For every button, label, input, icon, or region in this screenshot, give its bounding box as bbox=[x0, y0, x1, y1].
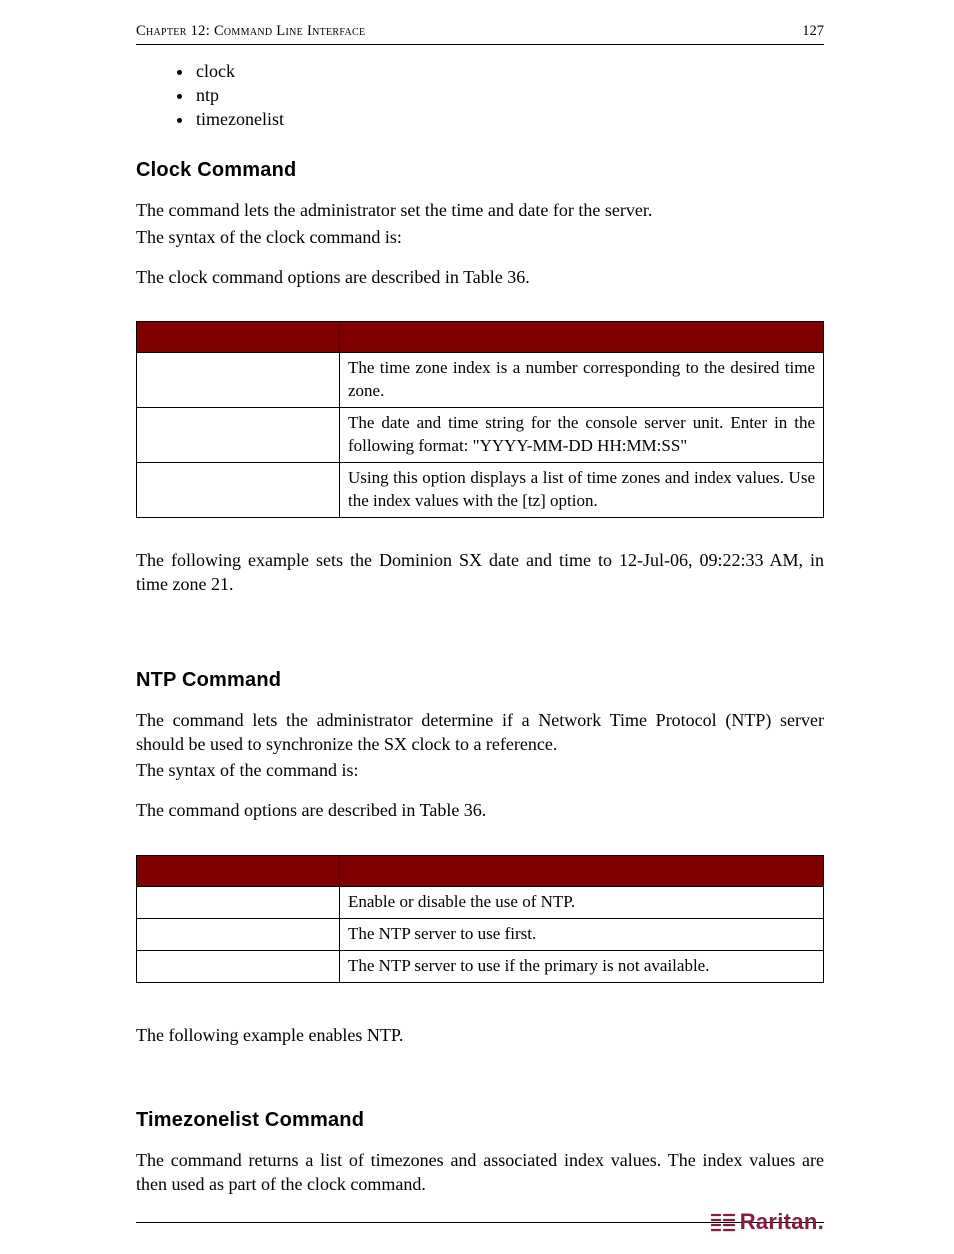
body-text: The syntax of the command is: bbox=[136, 758, 824, 782]
text-run: The bbox=[136, 710, 173, 730]
body-text: The command options are described in Tab… bbox=[136, 798, 824, 822]
table-cell: Enable or disable the use of NTP. bbox=[340, 886, 824, 918]
page-header: Chapter 12: Command Line Interface 127 bbox=[136, 22, 824, 45]
body-text: The command lets the administrator set t… bbox=[136, 198, 824, 222]
page-number: 127 bbox=[802, 22, 824, 42]
chapter-title: Chapter 12: Command Line Interface bbox=[136, 22, 365, 42]
text-run: The bbox=[136, 1150, 171, 1170]
table-cell bbox=[137, 918, 340, 950]
brand-name: Raritan. bbox=[740, 1207, 824, 1237]
table-row: The date and time string for the console… bbox=[137, 408, 824, 463]
table-header-option bbox=[137, 322, 340, 353]
list-item: clock bbox=[194, 59, 824, 83]
table-header-option bbox=[137, 855, 340, 886]
section-heading-tz: Timezonelist Command bbox=[136, 1107, 824, 1134]
text-run: The bbox=[136, 200, 168, 220]
table-cell: Using this option displays a list of tim… bbox=[340, 463, 824, 518]
list-item: timezonelist bbox=[194, 107, 824, 131]
table-cell bbox=[137, 353, 340, 408]
body-text: The clock command options are described … bbox=[136, 265, 824, 289]
table-row: The time zone index is a number correspo… bbox=[137, 353, 824, 408]
raritan-logo-icon bbox=[710, 1211, 736, 1233]
command-bullet-list: clock ntp timezonelist bbox=[194, 59, 824, 132]
table-row: The NTP server to use first. bbox=[137, 918, 824, 950]
table-cell: The date and time string for the console… bbox=[340, 408, 824, 463]
text-run: command lets the administrator set the t… bbox=[168, 200, 652, 220]
list-item: ntp bbox=[194, 83, 824, 107]
body-text: The following example sets the Dominion … bbox=[136, 548, 824, 597]
table-cell: The NTP server to use first. bbox=[340, 918, 824, 950]
table-header-desc bbox=[340, 855, 824, 886]
brand-logo: Raritan. bbox=[710, 1207, 824, 1237]
text-run: command returns a list of timezones and … bbox=[136, 1150, 824, 1194]
table-cell: The NTP server to use if the primary is … bbox=[340, 950, 824, 982]
table-row: Using this option displays a list of tim… bbox=[137, 463, 824, 518]
table-header-desc bbox=[340, 322, 824, 353]
body-text: The command returns a list of timezones … bbox=[136, 1148, 824, 1197]
section-heading-ntp: NTP Command bbox=[136, 667, 824, 694]
table-row: Enable or disable the use of NTP. bbox=[137, 886, 824, 918]
table-cell bbox=[137, 950, 340, 982]
table-cell: The time zone index is a number correspo… bbox=[340, 353, 824, 408]
table-row: The NTP server to use if the primary is … bbox=[137, 950, 824, 982]
text-run: command lets the administrator determine… bbox=[136, 710, 824, 754]
table-cell bbox=[137, 463, 340, 518]
ntp-options-table: Enable or disable the use of NTP. The NT… bbox=[136, 855, 824, 983]
clock-options-table: The time zone index is a number correspo… bbox=[136, 321, 824, 518]
table-cell bbox=[137, 886, 340, 918]
table-cell bbox=[137, 408, 340, 463]
section-heading-clock: Clock Command bbox=[136, 157, 824, 184]
body-text: The following example enables NTP. bbox=[136, 1023, 824, 1047]
body-text: The syntax of the clock command is: bbox=[136, 225, 824, 249]
body-text: The command lets the administrator deter… bbox=[136, 708, 824, 757]
